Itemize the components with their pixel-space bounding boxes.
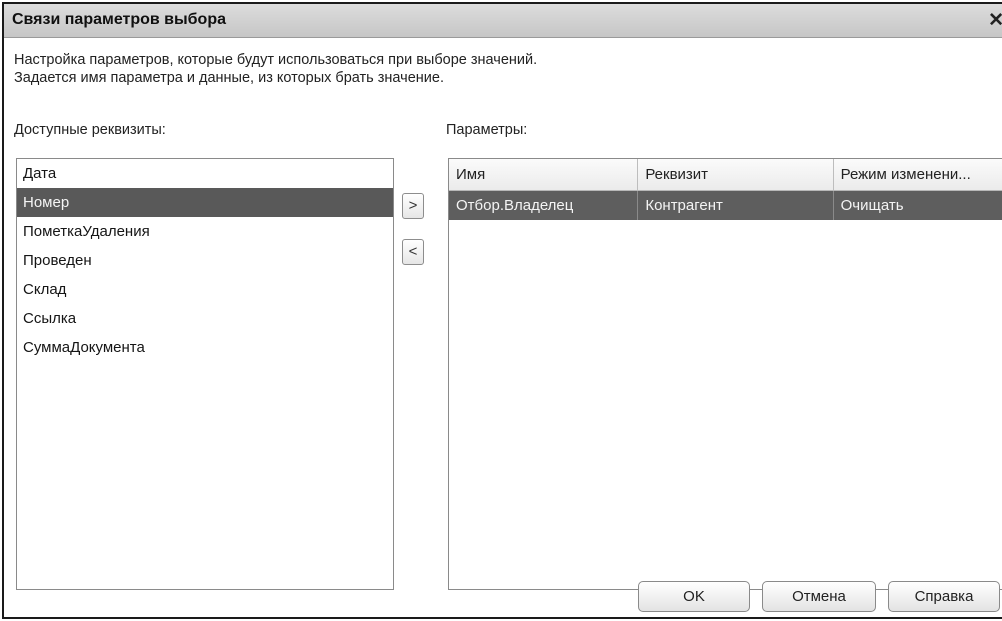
close-icon[interactable]: ✕ <box>988 9 1002 32</box>
parameters-table[interactable]: Имя Реквизит Режим изменени... Отбор.Вла… <box>448 158 1002 590</box>
remove-parameter-button[interactable]: < <box>402 239 424 265</box>
cell-attribute[interactable]: Контрагент <box>638 191 834 220</box>
column-header-change-mode[interactable]: Режим изменени... <box>834 159 1002 190</box>
cell-change-mode[interactable]: Очищать <box>834 191 1002 220</box>
dialog-window: Связи параметров выбора ✕ Настройка пара… <box>2 2 1002 619</box>
list-item[interactable]: Дата <box>17 159 393 188</box>
help-button[interactable]: Справка <box>888 581 1000 612</box>
list-item[interactable]: ПометкаУдаления <box>17 217 393 246</box>
list-item[interactable]: Склад <box>17 275 393 304</box>
list-item[interactable]: СуммаДокумента <box>17 333 393 362</box>
list-item[interactable]: Проведен <box>17 246 393 275</box>
table-row[interactable]: Отбор.Владелец Контрагент Очищать <box>449 191 1002 220</box>
dialog-title: Связи параметров выбора <box>12 11 226 28</box>
description-line-1: Настройка параметров, которые будут испо… <box>14 52 538 68</box>
add-parameter-button[interactable]: > <box>402 193 424 219</box>
column-header-name[interactable]: Имя <box>449 159 639 190</box>
column-header-attribute[interactable]: Реквизит <box>638 159 834 190</box>
list-item[interactable]: Ссылка <box>17 304 393 333</box>
table-header: Имя Реквизит Режим изменени... <box>449 159 1002 191</box>
dialog-description: Настройка параметров, которые будут испо… <box>14 51 537 87</box>
available-attributes-list[interactable]: Дата Номер ПометкаУдаления Проведен Скла… <box>16 158 394 590</box>
cell-name[interactable]: Отбор.Владелец <box>449 191 639 220</box>
cancel-button[interactable]: Отмена <box>762 581 876 612</box>
list-item[interactable]: Номер <box>17 188 393 217</box>
description-line-2: Задается имя параметра и данные, из кото… <box>14 70 444 86</box>
available-attributes-label: Доступные реквизиты: <box>14 122 166 138</box>
ok-button[interactable]: OK <box>638 581 750 612</box>
title-bar[interactable]: Связи параметров выбора ✕ <box>4 4 1002 38</box>
parameters-label: Параметры: <box>446 122 528 138</box>
